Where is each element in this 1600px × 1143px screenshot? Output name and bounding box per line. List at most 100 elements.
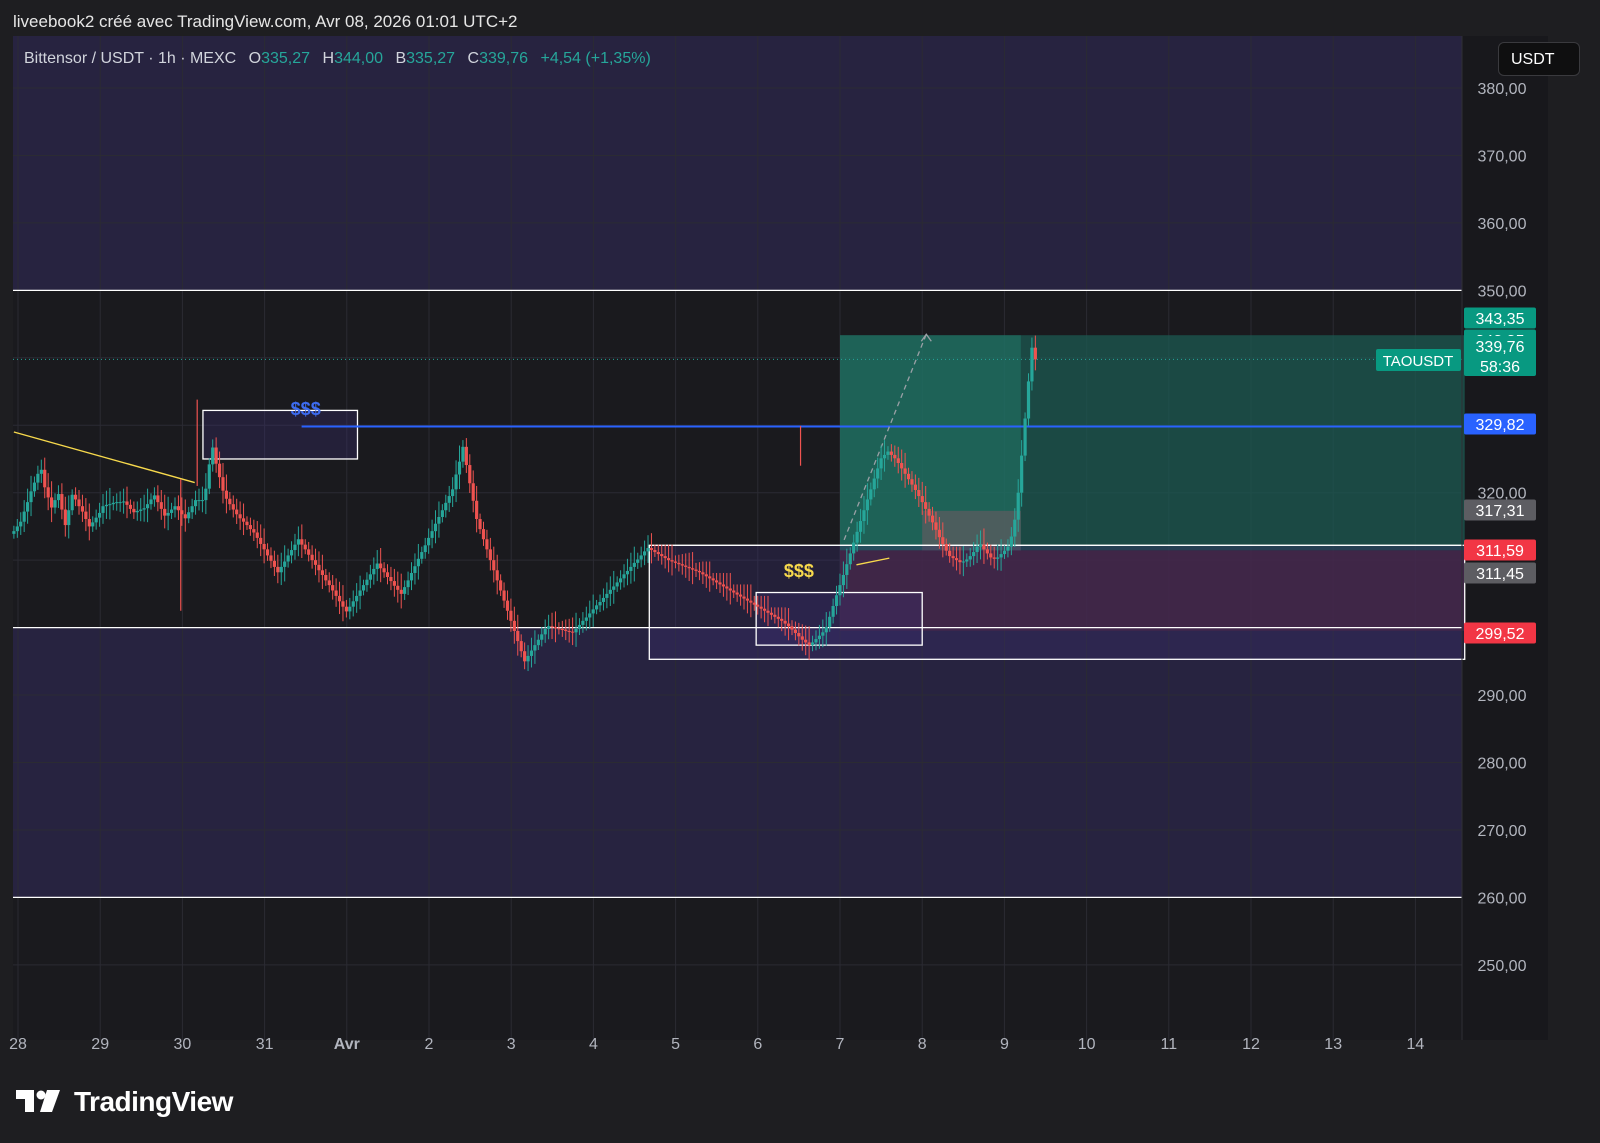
candle [379, 563, 383, 569]
candle [941, 537, 945, 544]
candle [67, 510, 71, 526]
candle [687, 566, 691, 569]
candle [882, 454, 887, 459]
candle [355, 595, 359, 602]
candle [259, 537, 263, 544]
candle [457, 461, 462, 475]
candle [612, 586, 616, 590]
candle [629, 566, 633, 571]
candle [399, 589, 403, 594]
candle [139, 509, 143, 511]
candle [540, 634, 544, 640]
price-label-text: 311,45 [1476, 566, 1524, 583]
candle [752, 602, 756, 605]
candle [444, 502, 448, 511]
candle [646, 548, 650, 552]
candle [543, 628, 547, 635]
candle [115, 502, 119, 504]
candle [598, 601, 602, 606]
candle [732, 590, 736, 593]
candle [584, 617, 588, 621]
candle [1006, 546, 1010, 551]
candle [313, 560, 318, 565]
candle [913, 484, 917, 491]
candle [992, 557, 996, 559]
candle [533, 645, 537, 651]
candle [509, 610, 513, 621]
open-value: 335,27 [261, 50, 311, 67]
candle [91, 522, 95, 527]
low-value: 335,27 [406, 50, 456, 67]
candle [43, 469, 47, 488]
candle [845, 564, 849, 575]
candle [797, 632, 801, 637]
x-tick-label: 10 [1078, 1036, 1096, 1053]
candle [447, 496, 451, 503]
high-value: 344,00 [334, 50, 383, 67]
candle [718, 582, 722, 585]
candle [831, 606, 835, 617]
candle [930, 515, 935, 523]
candle [97, 512, 102, 518]
candle [889, 451, 893, 455]
x-tick-label: 3 [507, 1036, 516, 1053]
x-tick-label: 8 [918, 1036, 927, 1053]
candle [958, 560, 962, 563]
tradingview-brand[interactable]: TradingView [16, 1086, 233, 1118]
candle [317, 564, 321, 571]
candle [903, 468, 907, 474]
candle [924, 502, 928, 509]
candle [221, 477, 225, 491]
candle [279, 566, 283, 573]
candle [690, 568, 695, 570]
y-tick-label: 370,00 [1478, 148, 1527, 165]
candle [87, 519, 91, 527]
candle [166, 512, 170, 516]
candle [26, 502, 30, 512]
open-label: O [248, 50, 262, 67]
candle [272, 560, 276, 567]
price-chart[interactable]: $$$$$$380,00370,00360,00350,00320,00290,… [0, 0, 1600, 1143]
x-tick-label: Avr [334, 1036, 360, 1053]
candle [738, 594, 743, 597]
candle [63, 509, 67, 526]
candle [1016, 492, 1020, 520]
candle [735, 592, 739, 595]
candle [197, 500, 201, 502]
candle [276, 566, 280, 573]
candle [241, 518, 246, 522]
candle [824, 626, 828, 633]
candle [608, 589, 612, 594]
price-label-text: 343,35 [1476, 311, 1525, 328]
candle [670, 560, 674, 562]
candle [927, 508, 931, 516]
candle [132, 508, 136, 513]
candle [817, 635, 822, 640]
candle [920, 496, 924, 503]
candle [862, 510, 866, 522]
candle [200, 500, 205, 502]
candle [660, 554, 664, 557]
candle [742, 596, 746, 599]
candle [697, 570, 702, 573]
candle [12, 531, 16, 534]
candle [893, 454, 897, 459]
candle [193, 500, 198, 507]
candle [310, 554, 314, 561]
candle [375, 563, 379, 569]
candle [269, 555, 273, 561]
candle [560, 628, 564, 630]
candle [523, 651, 527, 662]
candle [125, 501, 129, 505]
candle [773, 614, 777, 617]
candle [896, 458, 900, 464]
x-tick-label: 13 [1324, 1036, 1342, 1053]
candle [900, 463, 904, 469]
candle [416, 558, 420, 567]
x-tick-label: 31 [256, 1036, 274, 1053]
candle [989, 553, 993, 558]
candle [307, 549, 311, 555]
candle [557, 628, 561, 630]
currency-button[interactable]: USDT [1498, 42, 1580, 76]
candle [60, 494, 64, 510]
